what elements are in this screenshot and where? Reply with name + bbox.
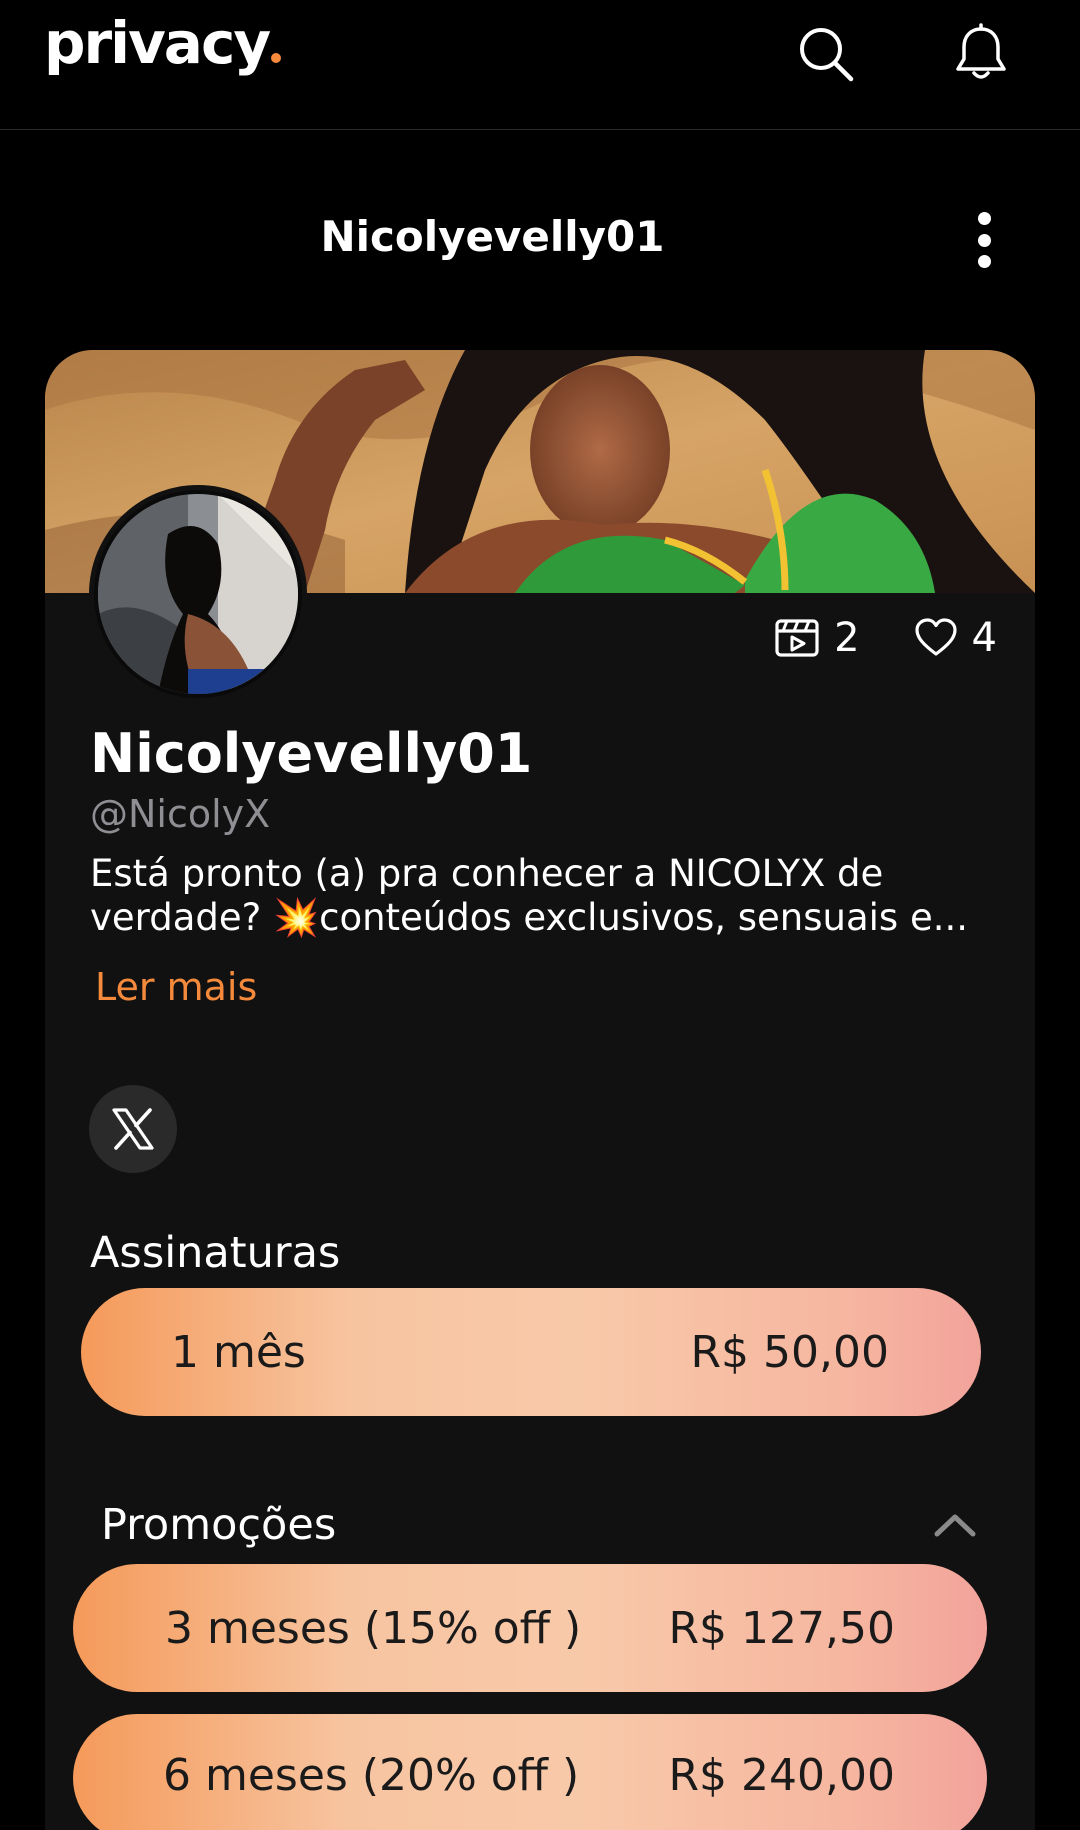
collision-emoji: 💥 [273, 896, 320, 939]
plan-label: 3 meses (15% off ) [165, 1602, 582, 1654]
avatar-image [94, 490, 302, 698]
logo-dot [271, 53, 282, 63]
likes-count[interactable]: 4 [914, 615, 997, 661]
subscriptions-title: Assinaturas [90, 1228, 341, 1278]
promotion-plan-6-months[interactable]: 6 meses (20% off ) R$ 240,00 [73, 1714, 987, 1830]
notifications-button[interactable] [945, 18, 1017, 90]
profile-header: Nicolyevelly01 [0, 180, 1080, 300]
privacy-logo[interactable]: privacy [44, 14, 282, 72]
media-count-value: 2 [834, 615, 860, 661]
bio-line-2: verdade? 💥conteúdos exclusivos, sensuais… [90, 896, 969, 939]
profile-header-title: Nicolyevelly01 [320, 212, 665, 261]
top-app-bar: privacy [0, 0, 1080, 130]
profile-card: 2 4 Nicolyevelly01 @NicolyX Está pronto … [45, 350, 1035, 1830]
read-more-link[interactable]: Ler mais [95, 965, 257, 1009]
heart-icon [914, 618, 957, 656]
x-twitter-icon [112, 1108, 154, 1150]
plan-label: 1 mês [171, 1326, 306, 1378]
likes-count-value: 4 [971, 615, 997, 661]
promotions-title: Promoções [101, 1500, 337, 1550]
bio-line-1: Está pronto (a) pra conhecer a NICOLYX d… [90, 852, 884, 895]
search-icon [800, 28, 854, 82]
more-options-button[interactable] [960, 206, 1008, 274]
plan-price: R$ 240,00 [668, 1750, 895, 1801]
search-button[interactable] [790, 18, 862, 90]
logo-text: privacy [44, 9, 271, 77]
promotion-plan-3-months[interactable]: 3 meses (15% off ) R$ 127,50 [73, 1564, 987, 1692]
plan-label: 6 meses (20% off ) [163, 1750, 580, 1801]
promotions-collapse-toggle[interactable] [925, 1500, 985, 1550]
avatar[interactable] [89, 485, 307, 703]
display-name: Nicolyevelly01 [90, 722, 533, 785]
profile-stats: 2 4 [774, 615, 997, 661]
subscription-plan-1-month[interactable]: 1 mês R$ 50,00 [81, 1288, 981, 1416]
bell-icon [956, 23, 1006, 79]
plan-price: R$ 127,50 [668, 1602, 895, 1654]
x-social-link[interactable] [89, 1085, 177, 1173]
chevron-up-icon [934, 1514, 976, 1537]
clapperboard-icon [775, 619, 819, 657]
more-vertical-icon [977, 212, 991, 225]
username-handle: @NicolyX [90, 792, 271, 836]
media-count[interactable]: 2 [774, 615, 860, 661]
plan-price: R$ 50,00 [690, 1326, 889, 1378]
bio-text: Está pronto (a) pra conhecer a NICOLYX d… [90, 852, 990, 940]
